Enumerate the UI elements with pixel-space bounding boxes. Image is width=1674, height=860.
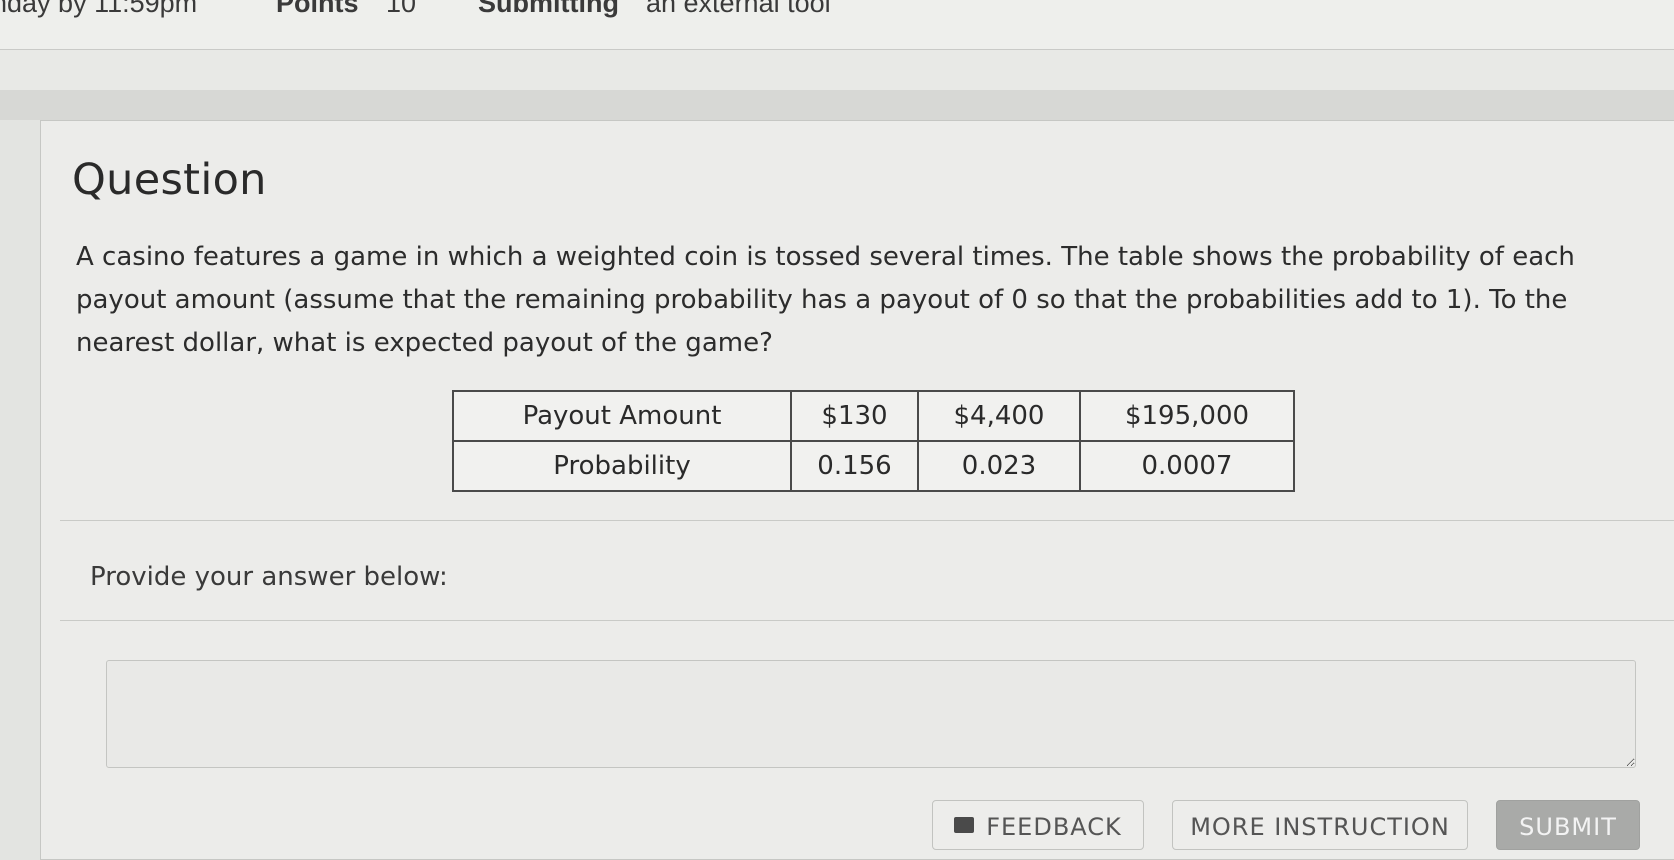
table-cell: 0.023 <box>917 440 1081 492</box>
table-row: Probability 0.156 0.023 0.0007 <box>452 440 1295 492</box>
table-cell: $4,400 <box>917 390 1081 442</box>
table-cell: $195,000 <box>1079 390 1295 442</box>
table-cell: $130 <box>790 390 919 442</box>
row-header-probability: Probability <box>452 440 792 492</box>
row-header-payout: Payout Amount <box>452 390 792 442</box>
divider <box>60 520 1674 521</box>
divider <box>60 620 1674 621</box>
table-cell: 0.156 <box>790 440 919 492</box>
submitting-value: an external tool <box>646 0 831 18</box>
submit-button[interactable]: SUBMIT <box>1496 800 1640 850</box>
answer-input[interactable] <box>106 660 1636 768</box>
table-row: Payout Amount $130 $4,400 $195,000 <box>452 390 1295 442</box>
submitting-label: Submitting <box>478 0 619 18</box>
points-value: 10 <box>386 0 417 18</box>
table-cell: 0.0007 <box>1079 440 1295 492</box>
answer-prompt: Provide your answer below: <box>90 562 448 592</box>
payout-table: Payout Amount $130 $4,400 $195,000 Proba… <box>452 390 1295 492</box>
header-band <box>0 50 1674 90</box>
question-title: Question <box>72 155 267 205</box>
due-date: nday by 11:59pm <box>0 0 198 18</box>
assignment-meta-bar: nday by 11:59pm Points 10 Submitting an … <box>0 0 1674 50</box>
page-gap <box>0 90 1674 120</box>
points-label: Points <box>276 0 359 18</box>
feedback-button[interactable]: FEEDBACK <box>932 800 1144 850</box>
feedback-icon <box>954 817 975 833</box>
question-text: A casino features a game in which a weig… <box>76 242 1575 358</box>
more-instruction-button[interactable]: MORE INSTRUCTION <box>1172 800 1468 850</box>
